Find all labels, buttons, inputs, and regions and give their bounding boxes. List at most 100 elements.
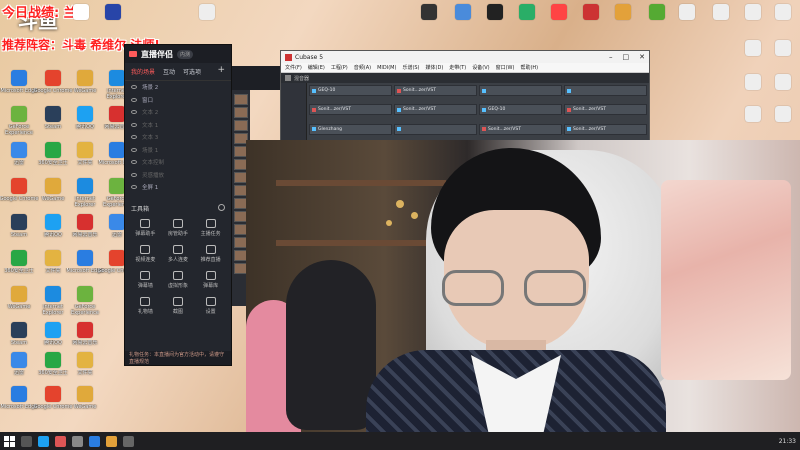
scene-item[interactable]: 窗口 (125, 94, 231, 107)
tab-my-scenes[interactable]: 我的场景 (131, 67, 155, 76)
desktop-icon[interactable] (446, 4, 480, 42)
tool-button[interactable]: 视频连麦 (129, 244, 162, 263)
cubase-menu-item[interactable]: 工程(P) (331, 64, 348, 71)
edge-taskbar-icon[interactable] (38, 435, 49, 447)
tool-button[interactable]: 弹幕墙 (129, 270, 162, 289)
tool-button[interactable]: 推荐直播 (194, 244, 227, 263)
cubase-menu-item[interactable]: 文件(F) (285, 64, 302, 71)
desktop-icon[interactable] (96, 4, 130, 42)
desktop-icon[interactable] (670, 4, 704, 42)
eye-icon[interactable] (131, 122, 137, 127)
desktop-icon[interactable] (704, 4, 738, 42)
power-icon[interactable] (397, 127, 401, 132)
power-icon[interactable] (567, 127, 571, 132)
desktop-icon[interactable]: 迅雷 (2, 352, 36, 390)
cubase-menu-item[interactable]: MIDI(M) (377, 65, 396, 71)
power-icon[interactable] (312, 88, 316, 93)
cubase-menu-item[interactable]: 设备(V) (472, 64, 489, 71)
eye-icon[interactable] (131, 147, 137, 152)
cubase-menu-item[interactable]: 编辑(E) (308, 64, 325, 71)
insert-slot[interactable]: GEQ-10 (479, 104, 562, 116)
eye-icon[interactable] (131, 97, 137, 102)
tool-button[interactable]: 主播任务 (194, 218, 227, 237)
insert-slot[interactable] (394, 123, 477, 135)
power-icon[interactable] (397, 107, 401, 112)
scene-item[interactable]: 文本 1 (125, 119, 231, 132)
maximize-icon[interactable]: □ (623, 53, 630, 61)
app-taskbar-icon[interactable] (72, 435, 83, 447)
eye-icon[interactable] (131, 185, 137, 190)
scene-item[interactable]: 场景 1 (125, 144, 231, 157)
app-taskbar-icon[interactable] (89, 435, 100, 447)
desktop-icon[interactable] (574, 4, 608, 42)
power-icon[interactable] (567, 107, 571, 112)
scene-item[interactable]: 场景 2 (125, 81, 231, 94)
eye-icon[interactable] (131, 160, 137, 165)
desktop-icon[interactable] (736, 4, 770, 42)
windows-start-icon[interactable] (4, 435, 15, 447)
cubase-menu-item[interactable]: 乐谱(S) (402, 64, 419, 71)
insert-slot[interactable]: Glenzhang (309, 123, 392, 135)
tool-button[interactable]: 多人连麦 (162, 244, 195, 263)
insert-slot[interactable]: GEQ-10 (309, 85, 392, 96)
cubase-menu-item[interactable]: 走带(T) (449, 64, 466, 71)
cubase-menu-item[interactable]: 帮助(H) (520, 64, 538, 71)
tool-button[interactable]: 弹幕库 (194, 270, 227, 289)
scene-item[interactable]: 文本 2 (125, 106, 231, 119)
insert-slot[interactable]: Sonit...zer/VST (479, 123, 562, 135)
tool-button[interactable]: 截图 (162, 296, 195, 315)
eye-icon[interactable] (131, 172, 137, 177)
tab-options[interactable]: 可选项 (183, 67, 201, 76)
scene-item[interactable]: 文本 3 (125, 131, 231, 144)
insert-slot[interactable] (564, 85, 647, 96)
power-icon[interactable] (312, 107, 316, 112)
desktop-icon[interactable]: Microsoft Edge (1, 386, 37, 424)
desktop-icon[interactable] (412, 4, 446, 42)
cubase-menu-item[interactable]: 窗口(W) (496, 64, 515, 71)
minimize-icon[interactable]: – (609, 53, 613, 61)
power-icon[interactable] (482, 88, 486, 93)
tab-interact[interactable]: 互动 (163, 67, 175, 76)
eye-icon[interactable] (131, 135, 137, 140)
power-icon[interactable] (567, 88, 571, 93)
insert-slot[interactable]: Sonit...zer/VST (394, 104, 477, 116)
insert-slot[interactable] (479, 85, 562, 96)
desktop-icon[interactable]: GeForce Experience (68, 286, 102, 324)
cubase-menu-item[interactable]: 媒体(D) (426, 64, 444, 71)
preview-thumb[interactable] (234, 107, 248, 118)
desktop-icon[interactable] (766, 106, 800, 144)
desktop-icon[interactable]: Microsoft Edge (1, 70, 37, 108)
desktop-icon[interactable]: 360安全卫士 (2, 250, 36, 288)
desktop-icon[interactable] (766, 4, 800, 42)
desktop-icon[interactable]: Google Chrome (0, 178, 38, 216)
app-taskbar-icon[interactable] (55, 435, 66, 447)
power-icon[interactable] (312, 127, 316, 132)
eye-icon[interactable] (131, 110, 137, 115)
desktop-icon[interactable] (478, 4, 512, 42)
insert-slot[interactable]: Sonit...zer/VST (564, 104, 647, 116)
tool-button[interactable]: 房管助手 (162, 218, 195, 237)
scene-item[interactable]: 全屏 1 (125, 181, 231, 194)
power-icon[interactable] (482, 127, 486, 132)
desktop-icon[interactable] (736, 40, 770, 78)
tool-button[interactable]: 虚拟形象 (162, 270, 195, 289)
desktop-icon[interactable]: 迅雷 (2, 142, 36, 180)
desktop-icon[interactable] (640, 4, 674, 42)
tool-button[interactable]: 弹幕助手 (129, 218, 162, 237)
add-scene-button[interactable]: + (217, 66, 225, 76)
desktop-icon[interactable]: WeGame (68, 386, 102, 424)
app-taskbar-icon[interactable] (106, 435, 117, 447)
close-icon[interactable]: ✕ (639, 53, 645, 61)
desktop-icon[interactable]: WeGame (2, 286, 36, 324)
app-taskbar-icon[interactable] (123, 435, 134, 447)
desktop-icon[interactable]: Steam (2, 214, 36, 252)
desktop-icon[interactable] (736, 106, 770, 144)
cubase-menu-item[interactable]: 音频(A) (354, 64, 371, 71)
desktop-icon[interactable]: 文件夹 (68, 352, 102, 390)
insert-slot[interactable]: Sonit...zer/VST (309, 104, 392, 116)
insert-slot[interactable]: Sonit...zer/VST (564, 123, 647, 135)
eye-icon[interactable] (131, 85, 137, 90)
desktop-icon[interactable] (190, 4, 224, 42)
desktop-icon[interactable] (766, 40, 800, 78)
power-icon[interactable] (397, 88, 401, 93)
